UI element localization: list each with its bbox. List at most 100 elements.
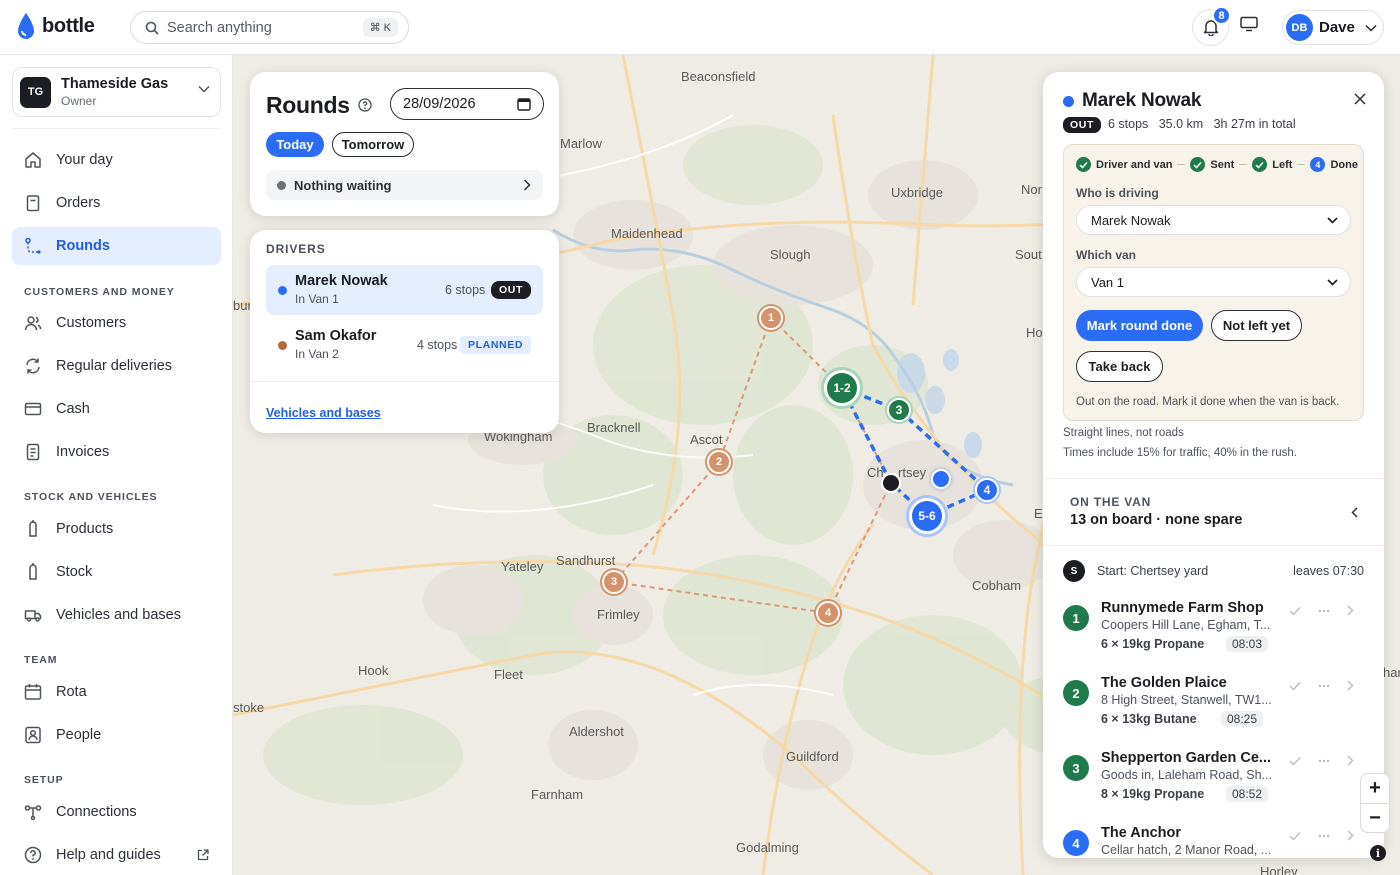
chevron-right-icon[interactable]	[1347, 755, 1354, 766]
chevron-right-icon[interactable]	[1347, 830, 1354, 841]
place-label: Aldershot	[569, 724, 624, 739]
search-shortcut: ⌘ K	[362, 18, 398, 37]
map-marker-van1-stop[interactable]: 4	[975, 478, 999, 502]
stop-address: 8 High Street, Stanwell, TW1...	[1101, 693, 1272, 707]
sidebar-item-customers[interactable]: Customers	[12, 304, 221, 342]
stop-item[interactable]: 2 The Golden Plaice 8 High Street, Stanw…	[1063, 675, 1364, 739]
user-menu[interactable]: DB Dave	[1282, 10, 1384, 45]
progress-steps: Driver and van Sent Left 4 Done	[1076, 157, 1358, 172]
map-marker-van1-stop[interactable]: 1-2	[824, 370, 860, 406]
sidebar-item-rounds[interactable]: Rounds	[12, 227, 221, 265]
map-marker-van2-stop[interactable]: 3	[602, 570, 626, 594]
place-label: Godalming	[736, 840, 799, 855]
section-heading-setup: SETUP	[24, 774, 64, 786]
sidebar-item-cash[interactable]: Cash	[12, 390, 221, 428]
not-left-yet-button[interactable]: Not left yet	[1211, 310, 1302, 341]
chevron-down-icon	[1327, 278, 1338, 286]
sidebar-item-orders[interactable]: Orders	[12, 184, 221, 222]
sidebar-item-products[interactable]: Products	[12, 510, 221, 548]
external-link-icon	[197, 849, 209, 861]
more-icon[interactable]	[1318, 609, 1330, 613]
stop-item[interactable]: 1 Runnymede Farm Shop Coopers Hill Lane,…	[1063, 600, 1364, 664]
divider	[1043, 545, 1384, 546]
driver-van: In Van 1	[295, 292, 339, 306]
org-name: Thameside Gas	[61, 76, 169, 92]
sidebar-item-vehicles[interactable]: Vehicles and bases	[12, 596, 221, 634]
map-marker-van2-stop[interactable]: 4	[816, 601, 840, 625]
sidebar-item-stock[interactable]: Stock	[12, 553, 221, 591]
sidebar-item-connections[interactable]: Connections	[12, 793, 221, 831]
zoom-out-button[interactable]: −	[1361, 804, 1389, 833]
stop-name: The Anchor	[1101, 825, 1182, 841]
more-icon[interactable]	[1318, 684, 1330, 688]
sidebar-item-invoices[interactable]: Invoices	[12, 433, 221, 471]
place-label: Fleet	[494, 667, 523, 682]
take-back-button[interactable]: Take back	[1076, 351, 1163, 382]
display-button[interactable]	[1240, 16, 1258, 35]
status-badge: OUT	[491, 281, 531, 299]
driver-row[interactable]: Marek Nowak In Van 1 6 stops OUT	[266, 265, 543, 315]
monitor-icon	[1240, 16, 1258, 32]
sidebar-item-your-day[interactable]: Your day	[12, 141, 221, 179]
map-marker-van2-stop[interactable]: 2	[707, 450, 731, 474]
status-badge: OUT	[1063, 117, 1101, 133]
org-switcher[interactable]: TG Thameside Gas Owner	[12, 67, 221, 117]
check-icon[interactable]	[1289, 681, 1301, 691]
tomorrow-button[interactable]: Tomorrow	[332, 132, 414, 157]
map-info-button[interactable]: i	[1370, 845, 1386, 861]
start-label: Start: Chertsey yard	[1097, 564, 1209, 578]
van-select[interactable]: Van 1	[1076, 267, 1351, 297]
divider	[250, 381, 559, 382]
driver-select-value: Marek Nowak	[1091, 212, 1171, 228]
date-picker[interactable]: 28/09/2026	[390, 88, 544, 120]
vehicles-link[interactable]: Vehicles and bases	[266, 406, 381, 420]
on-the-van-heading: ON THE VAN	[1070, 495, 1152, 509]
users-icon	[24, 316, 42, 331]
sidebar-item-label: Products	[56, 521, 114, 537]
chevron-right-icon[interactable]	[1347, 605, 1354, 616]
stop-item[interactable]: 4 The Anchor Cellar hatch, 2 Manor Road,…	[1063, 825, 1364, 858]
stop-item[interactable]: 3 Shepperton Garden Ce... Goods in, Lale…	[1063, 750, 1364, 814]
check-icon[interactable]	[1289, 756, 1301, 766]
more-icon[interactable]	[1318, 759, 1330, 763]
cylinder-icon	[29, 563, 37, 580]
round-detail-panel: Marek Nowak OUT 6 stops 35.0 km 3h 27m i…	[1043, 72, 1384, 858]
sidebar-item-regular-deliveries[interactable]: Regular deliveries	[12, 347, 221, 385]
map-marker-van2-stop[interactable]: 1	[759, 306, 783, 330]
sidebar-item-label: Rota	[56, 684, 87, 700]
stop-number: 2	[1063, 680, 1089, 706]
check-icon[interactable]	[1289, 831, 1301, 841]
stop-address: Goods in, Laleham Road, Sh...	[1101, 768, 1272, 782]
zoom-in-button[interactable]: +	[1361, 774, 1389, 803]
map-marker-van1-stop[interactable]: 5-6	[909, 498, 945, 534]
more-icon[interactable]	[1318, 834, 1330, 838]
check-icon[interactable]	[1289, 606, 1301, 616]
page-title: Rounds	[266, 92, 350, 118]
sidebar-item-people[interactable]: People	[12, 716, 221, 754]
van-location-marker[interactable]	[931, 469, 951, 489]
driver-select[interactable]: Marek Nowak	[1076, 205, 1351, 235]
sidebar-item-help[interactable]: Help and guides	[12, 836, 221, 874]
round-summary: 6 stops 35.0 km 3h 27m in total	[1108, 117, 1296, 131]
search-icon	[145, 21, 159, 35]
org-badge: TG	[20, 76, 51, 108]
logo[interactable]: bottle	[16, 12, 95, 40]
chevron-right-icon[interactable]	[1347, 680, 1354, 691]
place-label: Sandhurst	[556, 553, 616, 568]
mark-round-done-button[interactable]: Mark round done	[1076, 310, 1203, 341]
today-button[interactable]: Today	[266, 132, 324, 157]
step-done: 4 Done	[1310, 157, 1358, 172]
map-marker-van1-stop[interactable]: 3	[887, 398, 911, 422]
step-left: Left	[1252, 157, 1292, 172]
waiting-row[interactable]: Nothing waiting	[266, 170, 543, 200]
driver-row[interactable]: Sam Okafor In Van 2 4 stops PLANNED	[266, 320, 543, 370]
sidebar-item-rota[interactable]: Rota	[12, 673, 221, 711]
stop-load: 6 × 13kg Butane	[1101, 712, 1197, 726]
search-input[interactable]: Search anything ⌘ K	[130, 11, 409, 44]
help-icon[interactable]	[358, 98, 372, 112]
section-heading-stock: STOCK AND VEHICLES	[24, 491, 158, 503]
sidebar-item-label: Your day	[56, 152, 113, 168]
close-icon[interactable]	[1354, 93, 1366, 105]
depot-marker[interactable]	[881, 473, 901, 493]
stop-load: 8 × 19kg Propane	[1101, 787, 1205, 801]
